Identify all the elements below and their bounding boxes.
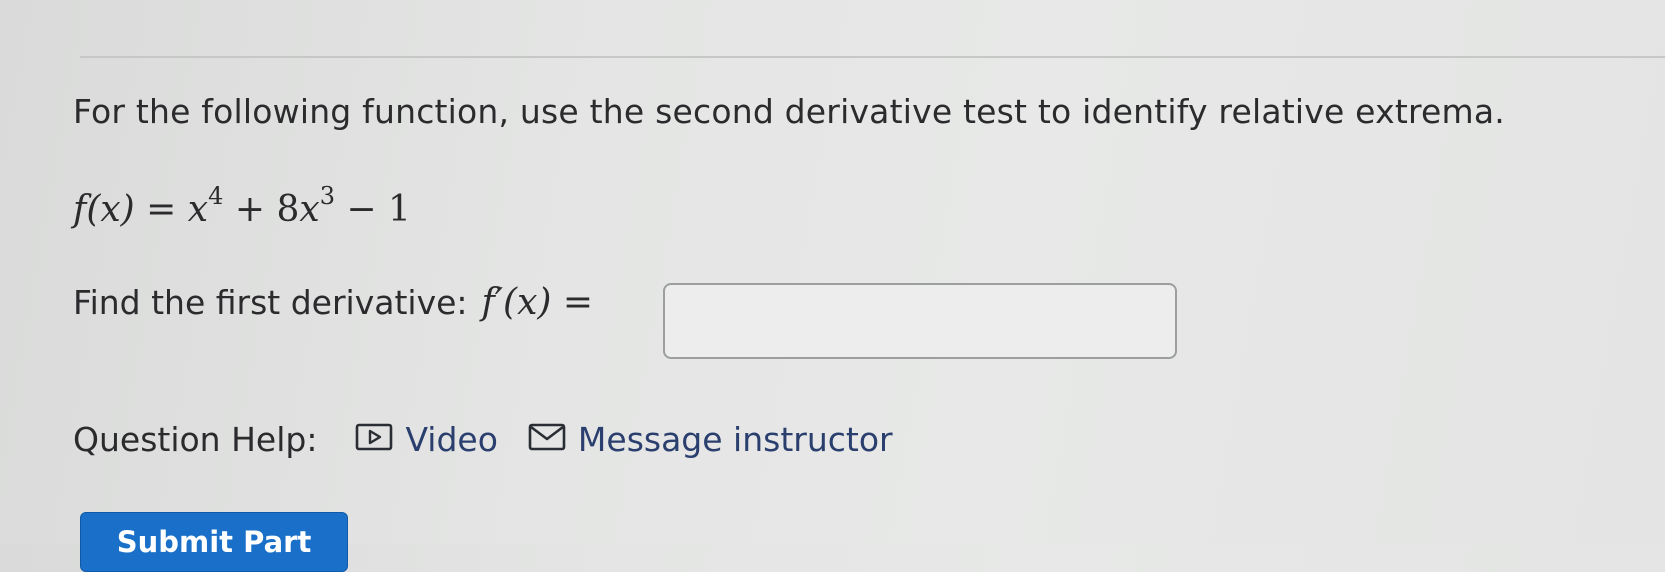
message-instructor-label: Message instructor	[577, 420, 893, 459]
term1-base: x	[187, 189, 209, 230]
derivative-lhs: f′(x) =	[482, 282, 594, 323]
equals-sign: =	[146, 189, 177, 230]
plus-sign: +	[234, 189, 266, 230]
video-link-label: Video	[405, 420, 498, 459]
envelope-icon	[528, 420, 566, 459]
minus-sign: −	[346, 189, 377, 230]
question-help-row: Question Help: Video Message instructor	[73, 420, 893, 459]
derivative-equals-sign: =	[562, 282, 594, 323]
term2-coefficient: 8	[276, 189, 300, 230]
video-link[interactable]: Video	[355, 420, 498, 459]
constant-term: 1	[388, 189, 411, 230]
term2-exponent: 3	[319, 182, 335, 210]
question-prompt: For the following function, use the seco…	[73, 92, 1505, 131]
derivative-label: Find the first derivative:	[73, 283, 468, 322]
derivative-row: Find the first derivative: f′(x) =	[73, 282, 593, 323]
term2-base: x	[299, 189, 320, 230]
first-derivative-answer-input[interactable]	[663, 283, 1177, 359]
message-instructor-link[interactable]: Message instructor	[528, 420, 893, 459]
function-lhs: f(x)	[73, 189, 135, 230]
top-divider	[80, 56, 1665, 58]
term1-exponent: 4	[208, 182, 224, 210]
play-box-icon	[355, 420, 393, 459]
question-help-label: Question Help:	[73, 420, 318, 459]
submit-part-button[interactable]: Submit Part	[80, 512, 348, 572]
function-formula: f(x) = x4 + 8x3 − 1	[73, 182, 411, 230]
derivative-expression: f′(x)	[481, 282, 552, 323]
